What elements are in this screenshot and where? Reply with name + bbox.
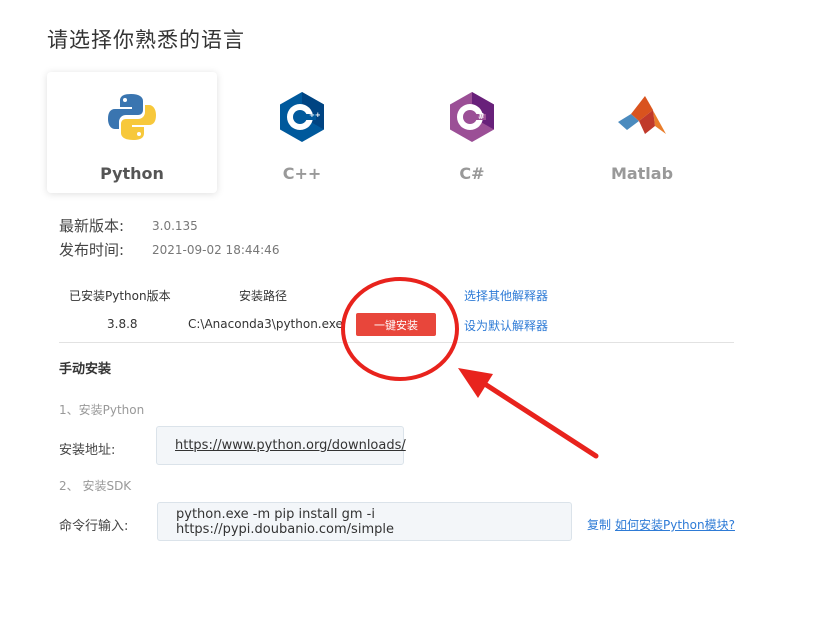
language-name: C++ xyxy=(282,164,322,183)
annotation-arrow-shaft xyxy=(471,374,599,459)
svg-text:++: ++ xyxy=(309,111,321,119)
divider xyxy=(59,342,734,343)
svg-text:#: # xyxy=(478,112,485,121)
latest-version-label: 最新版本: xyxy=(59,217,125,235)
installed-version-value: 3.8.8 xyxy=(107,317,138,331)
annotation-arrow-head xyxy=(458,368,493,398)
set-default-interpreter-link[interactable]: 设为默认解释器 xyxy=(464,317,548,334)
release-time-label: 发布时间: xyxy=(59,241,125,259)
language-name: C# xyxy=(459,164,485,183)
step-install-python: 1、安装Python xyxy=(59,403,145,417)
python-download-url[interactable]: https://www.python.org/downloads/ xyxy=(175,438,406,453)
language-card-python[interactable]: Python xyxy=(47,72,217,193)
language-card-matlab[interactable]: Matlab xyxy=(557,72,727,193)
language-name: Python xyxy=(100,164,164,183)
install-address-label: 安装地址: xyxy=(59,443,116,458)
step-install-sdk: 2、 安装SDK xyxy=(59,479,132,493)
command-input-label: 命令行输入: xyxy=(59,519,129,534)
one-click-install-button[interactable]: 一键安装 xyxy=(356,313,436,336)
release-time-value: 2021-09-02 18:44:46 xyxy=(152,243,280,257)
cpp-logo-icon: ++ xyxy=(280,92,324,142)
how-to-install-module-link[interactable]: 如何安装Python模块? xyxy=(615,516,735,533)
manual-install-title: 手动安装 xyxy=(59,362,112,377)
choose-other-interpreter-link[interactable]: 选择其他解释器 xyxy=(464,287,548,304)
page-title: 请选择你熟悉的语言 xyxy=(47,28,245,52)
language-card-cpp[interactable]: ++ C++ xyxy=(217,72,387,193)
python-logo-icon xyxy=(108,94,156,140)
language-name: Matlab xyxy=(610,164,674,183)
matlab-logo-icon xyxy=(618,96,666,134)
pip-install-command[interactable]: python.exe -m pip install gm -i https://… xyxy=(176,507,571,537)
install-path-header: 安装路径 xyxy=(239,289,288,303)
csharp-logo-icon: # xyxy=(450,92,494,142)
installed-version-header: 已安装Python版本 xyxy=(69,289,171,303)
copy-link[interactable]: 复制 xyxy=(587,516,611,533)
command-box[interactable]: python.exe -m pip install gm -i https://… xyxy=(157,502,572,541)
install-address-box[interactable]: https://www.python.org/downloads/ xyxy=(156,426,406,465)
install-path-value: C:\Anaconda3\python.exe xyxy=(188,317,343,331)
latest-version-value: 3.0.135 xyxy=(152,219,198,233)
language-card-csharp[interactable]: # C# xyxy=(387,72,557,193)
